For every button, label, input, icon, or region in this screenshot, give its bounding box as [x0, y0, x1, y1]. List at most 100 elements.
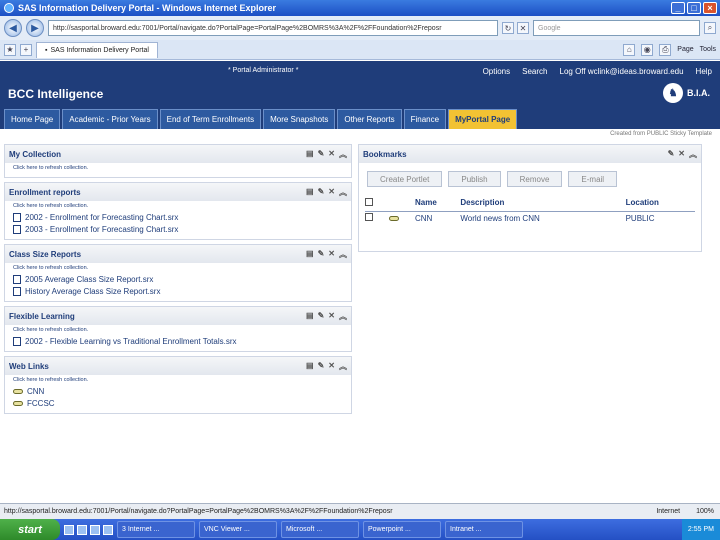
collapse-icon[interactable]: ︽ — [689, 149, 697, 160]
quicklaunch-icon[interactable] — [77, 524, 87, 535]
portal-header: * Portal Administrator * Options Search … — [0, 61, 720, 109]
quicklaunch-icon[interactable] — [64, 524, 74, 535]
taskbar-item[interactable]: Intranet ... — [445, 521, 523, 538]
collapse-icon[interactable]: ︽ — [339, 187, 347, 198]
document-icon — [13, 274, 21, 284]
list-item[interactable]: 2005 Average Class Size Report.srx — [13, 273, 343, 285]
refresh-link[interactable]: Click here to refresh collection. — [13, 327, 343, 333]
remove-icon[interactable]: ✕ — [328, 249, 335, 260]
edit-icon[interactable]: ▤ — [306, 149, 314, 160]
search-input[interactable]: Google — [533, 20, 700, 36]
zone-label: Internet — [656, 508, 681, 515]
portlet-enrollment-reports: Enrollment reports ▤ ✎ ✕ ︽ Click here to… — [4, 182, 352, 240]
name-header[interactable]: Name — [415, 195, 461, 212]
refresh-icon[interactable]: ↻ — [502, 22, 514, 34]
portal-admin-label: * Portal Administrator * — [228, 67, 299, 74]
bookmarks-table: Name Description Location CNN World news… — [365, 195, 695, 225]
edit-content-icon[interactable]: ✎ — [318, 187, 325, 198]
add-favorites-icon[interactable]: + — [20, 43, 32, 56]
forward-button[interactable]: ▶ — [26, 19, 44, 37]
search-placeholder: Google — [538, 24, 561, 32]
taskbar-item[interactable]: Microsoft ... — [281, 521, 359, 538]
tab-finance[interactable]: Finance — [403, 109, 447, 129]
description-header[interactable]: Description — [460, 195, 626, 212]
collapse-icon[interactable]: ︽ — [339, 311, 347, 322]
edit-content-icon[interactable]: ✎ — [318, 311, 325, 322]
tab-academic-prior-years[interactable]: Academic - Prior Years — [62, 109, 158, 129]
edit-content-icon[interactable]: ✎ — [318, 149, 325, 160]
refresh-link[interactable]: Click here to refresh collection. — [13, 203, 343, 209]
publish-button[interactable]: Publish — [448, 171, 501, 187]
maximize-button[interactable]: □ — [687, 2, 701, 14]
feeds-icon[interactable]: ◉ — [641, 43, 654, 56]
home-icon[interactable]: ⌂ — [623, 43, 636, 56]
list-item[interactable]: History Average Class Size Report.srx — [13, 285, 343, 297]
select-all-checkbox[interactable] — [365, 197, 373, 206]
location-header[interactable]: Location — [625, 195, 695, 212]
stop-icon[interactable]: ✕ — [517, 22, 529, 34]
remove-icon[interactable]: ✕ — [678, 149, 685, 160]
print-icon[interactable]: ⎙ — [659, 43, 672, 56]
edit-icon[interactable]: ▤ — [306, 361, 314, 372]
help-link[interactable]: Help — [696, 67, 712, 76]
page-menu[interactable]: Page — [677, 46, 693, 53]
list-item-label: 2002 - Enrollment for Forecasting Chart.… — [25, 212, 179, 222]
taskbar-item[interactable]: VNC Viewer ... — [199, 521, 277, 538]
create-portlet-button[interactable]: Create Portlet — [367, 171, 443, 187]
list-item[interactable]: FCCSC — [13, 397, 343, 409]
portlet-my-collection: My Collection ▤ ✎ ✕ ︽ Click here to refr… — [4, 144, 352, 178]
taskbar-item[interactable]: Powerpoint ... — [363, 521, 441, 538]
edit-icon[interactable]: ▤ — [306, 187, 314, 198]
remove-button[interactable]: Remove — [506, 171, 563, 187]
logoff-link[interactable]: Log Off wclink@ideas.broward.edu — [560, 67, 684, 76]
tab-other-reports[interactable]: Other Reports — [337, 109, 402, 129]
taskbar-item[interactable]: 3 Internet ... — [117, 521, 195, 538]
edit-icon[interactable]: ▤ — [306, 311, 314, 322]
search-icon[interactable]: ⌕ — [704, 22, 716, 34]
portlet-bookmarks: Bookmarks ✎ ✕ ︽ Create Portlet Publish R… — [358, 144, 702, 252]
portlet-flexible-learning: Flexible Learning ▤ ✎ ✕ ︽ Click here to … — [4, 306, 352, 352]
quicklaunch-icon[interactable] — [103, 524, 113, 535]
address-bar[interactable]: http://sasportal.broward.edu:7001/Portal… — [48, 20, 498, 36]
tools-menu[interactable]: Tools — [700, 46, 716, 53]
close-button[interactable]: × — [703, 2, 717, 14]
refresh-link[interactable]: Click here to refresh collection. — [13, 377, 343, 383]
edit-icon[interactable]: ▤ — [306, 249, 314, 260]
list-item[interactable]: CNN — [13, 385, 343, 397]
bookmark-name[interactable]: CNN — [415, 211, 460, 225]
back-button[interactable]: ◀ — [4, 19, 22, 37]
browser-tab[interactable]: ▪ SAS Information Delivery Portal — [36, 41, 158, 58]
search-link[interactable]: Search — [522, 67, 547, 76]
remove-icon[interactable]: ✕ — [328, 187, 335, 198]
collapse-icon[interactable]: ︽ — [339, 149, 347, 160]
right-column: Bookmarks ✎ ✕ ︽ Create Portlet Publish R… — [358, 144, 702, 256]
remove-icon[interactable]: ✕ — [328, 149, 335, 160]
edit-icon[interactable]: ✎ — [668, 149, 675, 160]
zoom-level[interactable]: 100% — [696, 508, 714, 515]
tab-home-page[interactable]: Home Page — [4, 109, 61, 129]
list-item[interactable]: 2003 - Enrollment for Forecasting Chart.… — [13, 223, 343, 235]
remove-icon[interactable]: ✕ — [328, 361, 335, 372]
list-item[interactable]: 2002 - Enrollment for Forecasting Chart.… — [13, 211, 343, 223]
start-button[interactable]: start — [0, 519, 60, 540]
refresh-link[interactable]: Click here to refresh collection. — [13, 265, 343, 271]
favorites-star-icon[interactable]: ★ — [4, 43, 16, 56]
tab-more-snapshots[interactable]: More Snapshots — [263, 109, 336, 129]
tab-myportal-page[interactable]: MyPortal Page — [448, 109, 518, 129]
minimize-button[interactable]: _ — [671, 2, 685, 14]
collapse-icon[interactable]: ︽ — [339, 249, 347, 260]
portlet-header: Flexible Learning ▤ ✎ ✕ ︽ — [5, 307, 351, 325]
clock[interactable]: 2:55 PM — [688, 526, 714, 533]
remove-icon[interactable]: ✕ — [328, 311, 335, 322]
portal-brand: BCC Intelligence — [8, 87, 104, 101]
row-checkbox[interactable] — [365, 213, 373, 222]
edit-content-icon[interactable]: ✎ — [318, 361, 325, 372]
collapse-icon[interactable]: ︽ — [339, 361, 347, 372]
quicklaunch-icon[interactable] — [90, 524, 100, 535]
edit-content-icon[interactable]: ✎ — [318, 249, 325, 260]
options-link[interactable]: Options — [483, 67, 511, 76]
refresh-link[interactable]: Click here to refresh collection. — [13, 165, 343, 171]
email-button[interactable]: E-mail — [568, 171, 618, 187]
tab-end-of-term-enrollments[interactable]: End of Term Enrollments — [159, 109, 262, 129]
list-item[interactable]: 2002 - Flexible Learning vs Traditional … — [13, 335, 343, 347]
